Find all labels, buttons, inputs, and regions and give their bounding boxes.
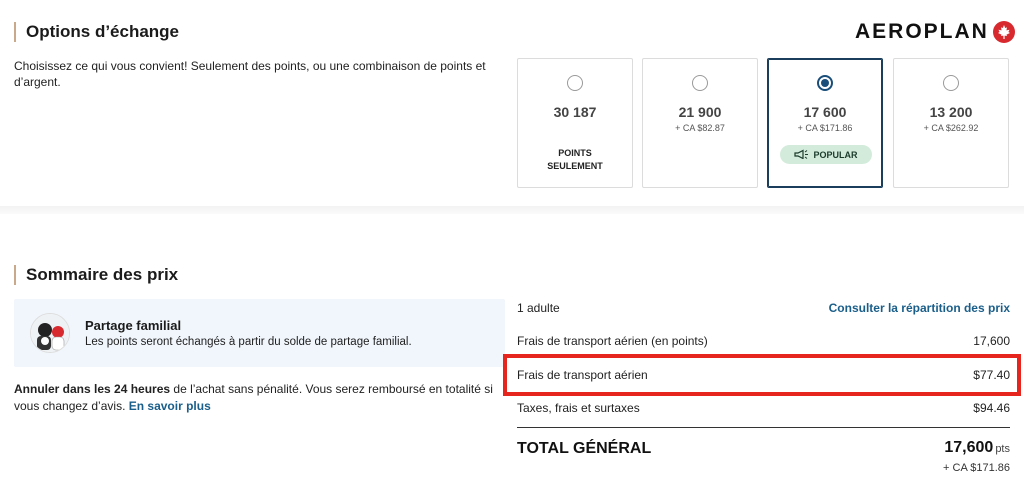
option-points-cash-1[interactable]: 21 900 + CA $82.87 (642, 58, 758, 188)
option-label-line1: POINTS (558, 148, 592, 158)
adults-row: 1 adulte Consulter la répartition des pr… (517, 301, 1010, 315)
radio-button[interactable] (567, 75, 583, 91)
adults-count: 1 adulte (517, 301, 560, 315)
price-line-value: $94.46 (973, 401, 1010, 415)
cancellation-policy: Annuler dans les 24 heures de l’achat sa… (14, 381, 494, 415)
option-cash: + CA $171.86 (797, 123, 853, 133)
option-points: 17 600 (803, 104, 847, 120)
exchange-options-title: Options d’échange (14, 22, 179, 42)
popular-badge: POPULAR (780, 145, 872, 164)
price-line-value: $77.40 (973, 368, 1010, 382)
option-points-cash-2[interactable]: 17 600 + CA $171.86 POPULAR (767, 58, 883, 188)
grand-total-points: 17,600 pts (944, 439, 1010, 457)
section-divider (0, 206, 1024, 214)
grand-total-label: TOTAL GÉNÉRAL (517, 440, 652, 457)
radio-button-selected[interactable] (817, 75, 833, 91)
cancellation-bold: Annuler dans les 24 heures (14, 382, 171, 396)
price-line-label: Taxes, frais et surtaxes (517, 401, 640, 415)
option-label-line2: SEULEMENT (547, 161, 603, 171)
radio-button[interactable] (943, 75, 959, 91)
points-unit: pts (995, 443, 1010, 455)
grand-total-points-value: 17,600 (944, 439, 994, 456)
option-cash: + CA $82.87 (675, 123, 725, 133)
family-sharing-card: Partage familial Les points seront échan… (14, 299, 505, 367)
aeroplan-logo: AEROPLAN (855, 20, 1015, 44)
price-line: Frais de transport aérien (en points) 17… (517, 334, 1010, 348)
exchange-intro-text: Choisissez ce qui vous convient! Seuleme… (14, 59, 486, 89)
option-points-only[interactable]: 30 187 POINTS SEULEMENT (517, 58, 633, 188)
learn-more-link[interactable]: En savoir plus (129, 399, 211, 413)
family-sharing-title: Partage familial (85, 318, 182, 333)
badge-label: POPULAR (813, 149, 858, 160)
price-line: Frais de transport aérien $77.40 (517, 368, 1010, 382)
maple-leaf-icon (992, 21, 1015, 43)
option-points: 13 200 (929, 104, 973, 120)
price-line-label: Frais de transport aérien (517, 368, 648, 382)
megaphone-icon (794, 149, 810, 161)
price-line: Taxes, frais et surtaxes $94.46 (517, 401, 1010, 415)
price-line-value: 17,600 (973, 334, 1010, 348)
price-breakdown-link[interactable]: Consulter la répartition des prix (829, 301, 1010, 315)
option-points: 30 187 (553, 104, 597, 120)
price-line-label: Frais de transport aérien (en points) (517, 334, 708, 348)
family-sharing-desc: Les points seront échangés à partir du s… (85, 336, 412, 348)
brand-name: AEROPLAN (855, 20, 989, 43)
option-cash: + CA $262.92 (923, 123, 979, 133)
total-divider (517, 427, 1010, 428)
option-points-cash-3[interactable]: 13 200 + CA $262.92 (893, 58, 1009, 188)
radio-button[interactable] (692, 75, 708, 91)
grand-total-cash: + CA $171.86 (943, 462, 1010, 474)
option-label: POINTS SEULEMENT (518, 147, 632, 173)
family-avatar-icon (30, 313, 70, 353)
option-points: 21 900 (678, 104, 722, 120)
price-summary-title: Sommaire des prix (14, 265, 178, 285)
